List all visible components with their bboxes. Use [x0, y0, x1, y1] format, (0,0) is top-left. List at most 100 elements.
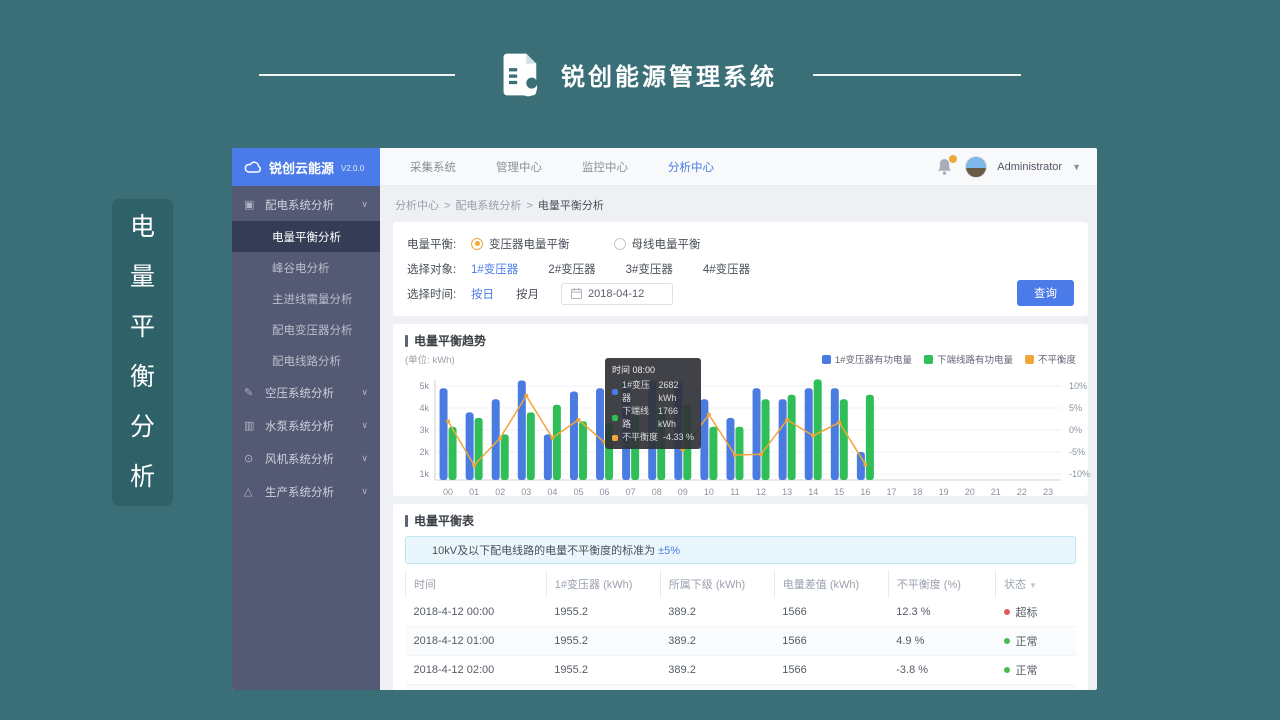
sidebar-item-配电线路分析[interactable]: 配电线路分析 — [232, 345, 380, 376]
column-header-状态[interactable]: 状态▼ — [996, 570, 1076, 598]
cell-rate: -3.8 % — [888, 656, 995, 685]
balance-filter-label: 电量平衡: — [407, 236, 471, 252]
time-mode-group: 按日 按月 — [471, 286, 561, 302]
object-option-2#变压器[interactable]: 2#变压器 — [548, 261, 595, 277]
sidebar-item-配电变压器分析[interactable]: 配电变压器分析 — [232, 314, 380, 345]
status-badge: 正常 — [1016, 665, 1038, 677]
calendar-icon — [571, 288, 582, 299]
svg-text:21: 21 — [991, 487, 1001, 497]
sidebar-item-主进线需量分析[interactable]: 主进线需量分析 — [232, 283, 380, 314]
chart-legend: 1#变压器有功电量下端线路有功电量 不平衡度 — [822, 352, 1076, 366]
time-mode-按月[interactable]: 按月 — [516, 286, 539, 302]
table-row: 2018-4-12 03:001955.2389.215663.1 %正常 — [406, 685, 1077, 691]
notification-button[interactable] — [937, 158, 955, 176]
nav-item-分析中心[interactable]: 分析中心 — [668, 159, 714, 175]
tooltip-row: 下端线路1766 kWh — [612, 405, 694, 431]
cell-rate: 12.3 % — [888, 598, 995, 627]
vertical-label-char: 衡 — [130, 365, 155, 390]
legend-label: 不平衡度 — [1038, 352, 1076, 366]
svg-text:03: 03 — [521, 487, 531, 497]
table-title: 电量平衡表 — [405, 512, 1076, 529]
cloud-icon — [244, 161, 262, 174]
vertical-label-char: 平 — [130, 315, 155, 340]
svg-text:5k: 5k — [419, 381, 429, 391]
object-option-3#变压器[interactable]: 3#变压器 — [626, 261, 673, 277]
page-header: 锐创能源管理系统 — [0, 52, 1280, 97]
svg-text:1k: 1k — [419, 469, 429, 479]
app-name: 锐创云能源 — [269, 158, 334, 177]
filter-caret-icon[interactable]: ▼ — [1029, 581, 1037, 590]
sidebar-group-生产系统分析[interactable]: △生产系统分析∨ — [232, 475, 380, 508]
tooltip-series-dot — [612, 435, 618, 441]
sidebar-group-label: 空压系统分析 — [265, 385, 334, 401]
document-pen-icon — [499, 52, 539, 97]
svg-text:17: 17 — [886, 487, 896, 497]
svg-text:07: 07 — [626, 487, 636, 497]
chart-panel: 电量平衡趋势 (单位: kWh) 1#变压器有功电量下端线路有功电量不平衡度 5… — [393, 324, 1088, 496]
content-area: 分析中心>配电系统分析>电量平衡分析 电量平衡: 变压器电量平衡母线电量平衡 选… — [380, 186, 1097, 690]
sidebar-group-空压系统分析[interactable]: ✎空压系统分析∨ — [232, 376, 380, 409]
status-dot — [1004, 609, 1010, 615]
chevron-down-icon[interactable]: ▼ — [1072, 162, 1081, 172]
legend-item-不平衡度[interactable]: 不平衡度 — [1025, 352, 1076, 366]
object-option-4#变压器[interactable]: 4#变压器 — [703, 261, 750, 277]
svg-text:06: 06 — [600, 487, 610, 497]
legend-item-1#变压器有功电量[interactable]: 1#变压器有功电量 — [822, 352, 912, 366]
nav-item-采集系统[interactable]: 采集系统 — [410, 159, 456, 175]
sidebar-item-峰谷电分析[interactable]: 峰谷电分析 — [232, 252, 380, 283]
tooltip-series-dot — [612, 415, 618, 421]
balance-trend-chart[interactable]: 5k4k3k2k1k10%5%0%-5%-10%0001020304050607… — [405, 366, 1097, 502]
query-button[interactable]: 查询 — [1017, 280, 1074, 306]
column-header-电量差值 (kWh): 电量差值 (kWh) — [774, 570, 888, 598]
column-header-不平衡度 (%): 不平衡度 (%) — [888, 570, 995, 598]
chart-tooltip: 时间 08:00 1#变压器2682 kWh下端线路1766 kWh不平衡度-4… — [605, 358, 701, 449]
radio-selected-icon — [471, 238, 483, 250]
breadcrumb-item[interactable]: 配电系统分析 — [455, 200, 521, 212]
object-option-group: 1#变压器 2#变压器 3#变压器 4#变压器 — [471, 261, 780, 277]
cell-time: 2018-4-12 01:00 — [406, 627, 547, 656]
notice-highlight: ±5% — [658, 545, 680, 557]
sidebar-group-label: 水泵系统分析 — [265, 418, 334, 434]
sidebar-group-配电系统分析[interactable]: ▣配电系统分析∨ — [232, 188, 380, 221]
time-mode-按日[interactable]: 按日 — [471, 286, 494, 302]
date-input[interactable]: 2018-04-12 — [561, 283, 673, 305]
svg-text:01: 01 — [469, 487, 479, 497]
edit-icon: ✎ — [244, 386, 257, 399]
cell-downstream: 389.2 — [660, 685, 774, 691]
column-header-时间: 时间 — [406, 570, 547, 598]
object-option-1#变压器[interactable]: 1#变压器 — [471, 261, 518, 277]
cell-diff: 1566 — [774, 598, 888, 627]
breadcrumb-item[interactable]: 分析中心 — [395, 200, 439, 212]
time-filter-label: 选择时间: — [407, 286, 471, 302]
svg-text:22: 22 — [1017, 487, 1027, 497]
radio-option-变压器电量平衡[interactable]: 变压器电量平衡 — [471, 236, 570, 252]
radio-option-母线电量平衡[interactable]: 母线电量平衡 — [614, 236, 701, 252]
table-row: 2018-4-12 02:001955.2389.21566-3.8 %正常 — [406, 656, 1077, 685]
sidebar: ▣配电系统分析∨电量平衡分析峰谷电分析主进线需量分析配电变压器分析配电线路分析 ✎… — [232, 186, 380, 690]
nav-item-监控中心[interactable]: 监控中心 — [582, 159, 628, 175]
cell-time: 2018-4-12 00:00 — [406, 598, 547, 627]
cell-rate: 3.1 % — [888, 685, 995, 691]
svg-text:23: 23 — [1043, 487, 1053, 497]
sidebar-item-电量平衡分析[interactable]: 电量平衡分析 — [232, 221, 380, 252]
sidebar-group-风机系统分析[interactable]: ⊙风机系统分析∨ — [232, 442, 380, 475]
legend-item-下端线路有功电量[interactable]: 下端线路有功电量 — [924, 352, 1013, 366]
status-badge: 正常 — [1016, 636, 1038, 648]
svg-text:13: 13 — [782, 487, 792, 497]
app-logo: 锐创云能源 V2.0.0 — [232, 148, 380, 186]
tooltip-label: 1#变压器 — [622, 379, 654, 405]
svg-text:-5%: -5% — [1069, 447, 1085, 457]
sidebar-group-水泵系统分析[interactable]: ▥水泵系统分析∨ — [232, 409, 380, 442]
svg-text:4k: 4k — [419, 403, 429, 413]
svg-text:09: 09 — [678, 487, 688, 497]
tooltip-value: 2682 kWh — [658, 379, 694, 405]
tooltip-series-dot — [612, 389, 618, 395]
svg-text:05: 05 — [573, 487, 583, 497]
avatar[interactable] — [965, 156, 987, 178]
nav-item-管理中心[interactable]: 管理中心 — [496, 159, 542, 175]
user-name: Administrator — [997, 161, 1062, 173]
topbar-right-section: 采集系统 管理中心 监控中心 分析中心 Administrator ▼ — [380, 148, 1097, 186]
cell-transformer: 1955.2 — [546, 598, 660, 627]
tooltip-label: 下端线路 — [622, 405, 654, 431]
pump-icon: ▥ — [244, 419, 257, 432]
